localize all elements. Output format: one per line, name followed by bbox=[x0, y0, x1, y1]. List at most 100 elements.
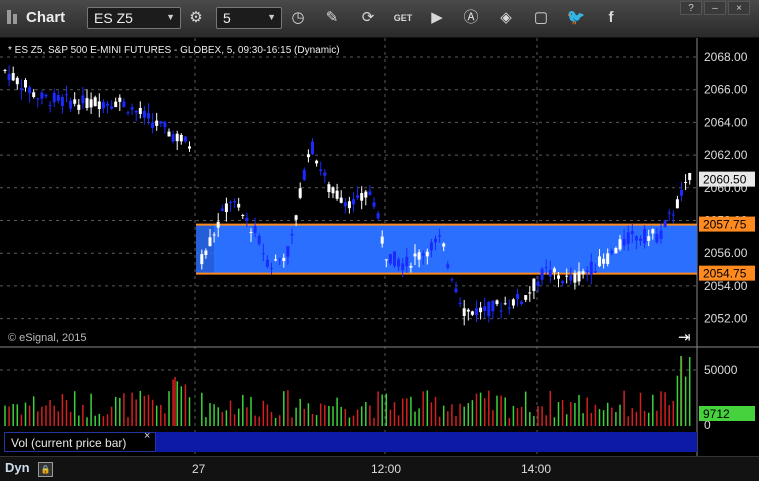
minimize-button[interactable]: – bbox=[704, 1, 726, 15]
candle-body bbox=[212, 234, 216, 236]
candle-body bbox=[561, 281, 565, 284]
candle-body bbox=[224, 203, 228, 213]
facebook-icon[interactable]: f bbox=[601, 8, 621, 28]
comment-icon[interactable]: ▢ bbox=[531, 8, 551, 28]
candle-body bbox=[278, 258, 282, 260]
candle-body bbox=[442, 243, 446, 247]
candle-body bbox=[450, 279, 454, 281]
candle-body bbox=[565, 275, 569, 277]
settings-gear-icon[interactable]: ⚙ bbox=[186, 8, 206, 28]
candle-body bbox=[290, 234, 294, 236]
lock-icon[interactable]: 🔒 bbox=[38, 462, 53, 477]
candle-body bbox=[81, 95, 85, 104]
dyn-button[interactable]: Dyn bbox=[5, 460, 30, 475]
candle-body bbox=[36, 98, 40, 100]
chevron-down-icon[interactable]: ▼ bbox=[166, 12, 175, 22]
candle-body bbox=[159, 121, 163, 124]
candle-body bbox=[261, 253, 265, 255]
play-icon[interactable]: ▶ bbox=[427, 8, 447, 28]
candle-body bbox=[577, 271, 581, 282]
candle-body bbox=[122, 101, 126, 108]
candle-body bbox=[659, 230, 663, 240]
candle-body bbox=[237, 203, 241, 208]
candle-body bbox=[274, 259, 278, 261]
candle-body bbox=[220, 208, 224, 211]
candle-body bbox=[462, 308, 466, 316]
candle-body bbox=[589, 261, 593, 275]
candle-body bbox=[614, 248, 618, 254]
candle-body bbox=[540, 268, 544, 280]
chart-header: * ES Z5, S&P 500 E-MINI FUTURES - GLOBEX… bbox=[8, 45, 340, 56]
candle-body bbox=[306, 154, 310, 158]
volume-last-tag: 9712 bbox=[703, 407, 730, 421]
candle-body bbox=[352, 199, 355, 205]
candle-body bbox=[97, 101, 101, 110]
price-chart[interactable]: 2068.002066.002064.002062.002060.002058.… bbox=[0, 38, 759, 456]
candle-body bbox=[77, 104, 81, 110]
candle-body bbox=[528, 292, 532, 294]
candle-body bbox=[434, 238, 437, 243]
close-button[interactable]: × bbox=[728, 1, 750, 15]
candle-body bbox=[200, 254, 204, 265]
candle-body bbox=[520, 301, 524, 304]
candle-body bbox=[417, 252, 421, 260]
twitter-icon[interactable]: 🐦 bbox=[566, 8, 586, 28]
candle-body bbox=[688, 173, 692, 181]
candle-body bbox=[618, 239, 622, 250]
candle-body bbox=[171, 134, 175, 142]
candle-body bbox=[270, 267, 273, 269]
get-icon[interactable]: GET bbox=[393, 8, 413, 28]
candle-body bbox=[393, 251, 396, 266]
last-price-tag: 2060.50 bbox=[703, 173, 747, 187]
candle-body bbox=[368, 191, 372, 195]
volume-tick-label: 50000 bbox=[704, 363, 738, 377]
candle-body bbox=[265, 259, 269, 267]
candle-body bbox=[643, 229, 647, 244]
candle-body bbox=[311, 141, 314, 155]
candle-body bbox=[372, 202, 376, 207]
interval-combo[interactable]: 5 ▼ bbox=[216, 7, 282, 29]
price-tick-label: 2066.00 bbox=[704, 83, 748, 97]
refresh-icon[interactable]: ⟳ bbox=[358, 8, 378, 28]
time-label-27: 27 bbox=[192, 462, 206, 476]
chart-area[interactable]: 2068.002066.002064.002062.002060.002058.… bbox=[0, 38, 759, 456]
candle-body bbox=[32, 92, 36, 97]
candle-body bbox=[327, 184, 331, 193]
a-circle-icon[interactable]: Ⓐ bbox=[461, 8, 481, 28]
candle-body bbox=[544, 267, 548, 269]
chevron-down-icon[interactable]: ▼ bbox=[267, 12, 276, 22]
candle-body bbox=[548, 269, 552, 277]
legend-label: Vol (current price bar) bbox=[4, 432, 156, 452]
tag-icon[interactable]: ◈ bbox=[496, 8, 516, 28]
candle-body bbox=[356, 195, 360, 198]
candle-body bbox=[126, 112, 130, 114]
candle-body bbox=[425, 251, 429, 257]
candle-body bbox=[376, 213, 380, 219]
candle-body bbox=[343, 202, 347, 207]
candle-body bbox=[585, 270, 589, 272]
legend-close-icon[interactable]: × bbox=[144, 430, 150, 442]
candle-body bbox=[380, 236, 384, 244]
candle-body bbox=[511, 299, 515, 306]
candle-body bbox=[536, 281, 540, 287]
candle-body bbox=[671, 214, 675, 216]
scroll-to-end-icon[interactable]: ⇥ bbox=[678, 329, 691, 346]
candle-body bbox=[249, 231, 253, 233]
candle-body bbox=[532, 278, 536, 291]
clock-icon[interactable]: ◷ bbox=[288, 8, 308, 28]
candle-body bbox=[573, 273, 577, 283]
candle-body bbox=[216, 221, 220, 228]
candle-body bbox=[28, 87, 32, 94]
candle-body bbox=[516, 293, 519, 300]
symbol-combo[interactable]: ES Z5 ▼ bbox=[87, 7, 181, 29]
candle-body bbox=[360, 193, 364, 201]
pencil-icon[interactable]: ✎ bbox=[322, 8, 342, 28]
candle-body bbox=[634, 236, 638, 241]
candle-body bbox=[487, 301, 491, 317]
candle-body bbox=[655, 233, 659, 243]
toolbar: Chart ES Z5 ▼ ⚙ 5 ▼ ◷ ✎ ⟳ GET ▶ Ⓐ ◈ ▢ 🐦 … bbox=[0, 0, 759, 38]
candle-body bbox=[470, 311, 474, 315]
candle-body bbox=[106, 103, 109, 106]
candle-body bbox=[40, 92, 44, 99]
help-button[interactable]: ? bbox=[680, 1, 702, 15]
